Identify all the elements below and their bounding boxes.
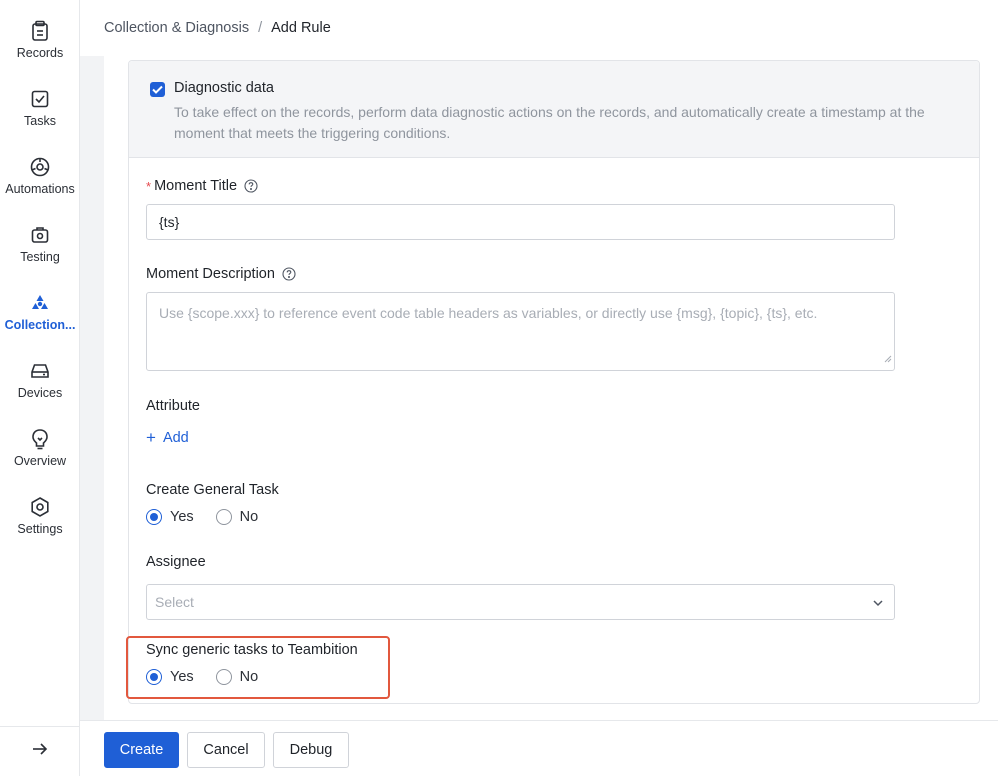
required-mark: * [146,178,152,194]
breadcrumb-separator: / [258,20,263,36]
cancel-button[interactable]: Cancel [187,732,265,768]
page-title: Add Rule [271,20,331,36]
plus-icon: + [146,428,156,447]
sidebar-item-label: Automations [5,182,75,196]
sidebar-item-collection[interactable]: Collection... [0,286,80,346]
sidebar-item-label: Records [16,46,64,60]
moment-description-label: Moment Description [146,266,296,282]
diagnostic-checkbox[interactable] [150,82,165,97]
breadcrumb-parent-link[interactable]: Collection & Diagnosis [104,20,249,36]
sidebar-item-records[interactable]: Records [0,14,80,74]
arrow-right-icon [31,741,49,762]
help-icon[interactable] [282,267,296,281]
breadcrumb: Collection & Diagnosis / Add Rule [80,0,998,56]
sidebar-item-label: Tasks [24,114,56,128]
textarea-placeholder: Use {scope.xxx} to reference event code … [159,305,818,321]
sync-teambition-label: Sync generic tasks to Teambition [146,642,358,658]
create-general-task-label: Create General Task [146,482,279,498]
moment-title-label: * Moment Title [146,178,258,194]
main-content: Diagnostic data To take effect on the re… [80,56,998,720]
sync-no-radio[interactable]: No [215,669,258,685]
devices-icon [29,360,51,382]
add-attribute-button[interactable]: + Add [146,429,189,446]
tasks-icon [29,88,51,110]
diagnostic-card: Diagnostic data To take effect on the re… [126,60,980,704]
sidebar-item-tasks[interactable]: Tasks [0,82,80,142]
sidebar-item-label: Settings [17,522,63,536]
sync-teambition-radio-group: Yes No [146,669,280,685]
sidebar-item-settings[interactable]: Settings [0,490,80,550]
create-general-task-radio-group: Yes No [146,509,280,525]
diagnostic-header: Diagnostic data To take effect on the re… [129,61,979,158]
create-button[interactable]: Create [104,732,179,768]
sidebar-item-devices[interactable]: Devices [0,354,80,414]
diagnostic-description: To take effect on the records, perform d… [174,104,925,141]
help-icon[interactable] [244,179,258,193]
sidebar: Records Tasks Automations Testing Collec… [0,0,80,776]
create-task-yes-radio[interactable]: Yes [146,509,194,525]
records-icon [29,20,51,42]
automations-icon [29,156,51,178]
diagnostic-title: Diagnostic data [174,80,274,96]
testing-icon [29,224,51,246]
sidebar-item-overview[interactable]: Overview [0,422,80,482]
sync-yes-radio[interactable]: Yes [146,669,194,685]
attribute-label: Attribute [146,398,200,414]
resize-handle-icon[interactable] [884,348,892,368]
sidebar-item-label: Overview [13,454,67,468]
form-footer: Create Cancel Debug [80,720,998,776]
assignee-select[interactable]: Select [146,584,895,620]
moment-title-input[interactable]: {ts} [146,204,895,240]
settings-icon [29,496,51,518]
moment-description-textarea[interactable]: Use {scope.xxx} to reference event code … [146,292,895,371]
sidebar-item-label: Testing [20,250,60,264]
sidebar-item-automations[interactable]: Automations [0,150,80,210]
collection-icon [29,292,51,314]
sidebar-item-label: Devices [17,386,63,400]
sidebar-item-label: Collection... [4,318,76,332]
debug-button[interactable]: Debug [273,732,349,768]
select-placeholder: Select [155,594,194,610]
sidebar-item-testing[interactable]: Testing [0,218,80,278]
chevron-down-icon [872,596,884,612]
overview-icon [29,428,51,450]
create-task-no-radio[interactable]: No [215,509,258,525]
assignee-label: Assignee [146,554,206,570]
sidebar-expand-button[interactable] [0,726,80,776]
form-panel: Diagnostic data To take effect on the re… [104,56,998,720]
